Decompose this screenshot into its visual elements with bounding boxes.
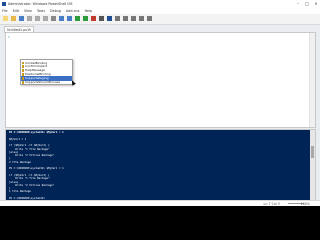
- new-icon[interactable]: [3, 16, 8, 21]
- letterbox-bar: [0, 206, 320, 240]
- powershell-icon[interactable]: [107, 16, 112, 21]
- cut-icon[interactable]: [27, 16, 32, 21]
- close-button[interactable]: ×: [312, 1, 320, 7]
- autocomplete-item-label: SupportsShouldProcess: [25, 80, 61, 84]
- show-script-icon[interactable]: [139, 16, 144, 21]
- run-icon[interactable]: [75, 16, 80, 21]
- console-scrollbar-thumb[interactable]: [311, 146, 314, 158]
- line-number-gutter: 1: [6, 33, 14, 127]
- console-scrollbar[interactable]: [310, 130, 315, 203]
- intellisense-popup: CmdletBinding ConfirmImpact HelpMessage Pos…: [20, 59, 73, 85]
- toolbar: [0, 14, 320, 25]
- console-line: PS C:\WINDOWS\system32> $MyVar1 = 1: [9, 167, 64, 171]
- console-line: PS C:\WINDOWS\system32> $MyVar1 = 1: [9, 131, 64, 134]
- editor-scrollbar[interactable]: [309, 33, 315, 127]
- show-command-icon[interactable]: [147, 16, 152, 21]
- save-icon[interactable]: [19, 16, 24, 21]
- console-line: $MyVar1 = 1: [9, 137, 27, 141]
- minimize-button[interactable]: –: [294, 1, 302, 7]
- powershell-app-icon: [2, 2, 6, 6]
- stop-icon[interactable]: [91, 16, 96, 21]
- redo-icon[interactable]: [67, 16, 72, 21]
- remote-icon[interactable]: [99, 16, 104, 21]
- paste-icon[interactable]: [43, 16, 48, 21]
- script-editor[interactable]: 1 CmdletBinding ConfirmImpact HelpMessage P…: [5, 32, 316, 128]
- undo-icon[interactable]: [59, 16, 64, 21]
- property-icon: [22, 81, 24, 84]
- window-title: Administrator: Windows PowerShell ISE: [8, 2, 73, 6]
- layout-icon[interactable]: [115, 16, 120, 21]
- line-number: 1: [8, 35, 10, 39]
- title-bar: Administrator: Windows PowerShell ISE – …: [0, 0, 320, 8]
- open-icon[interactable]: [11, 16, 16, 21]
- console-line: Write "2 Vitiles Nachage": [9, 154, 55, 158]
- console-line: 2 Tite Nachage: [9, 160, 31, 164]
- run-selection-icon[interactable]: [83, 16, 88, 21]
- copy-icon[interactable]: [35, 16, 40, 21]
- pane-icon[interactable]: [123, 16, 128, 21]
- console-pane[interactable]: PS C:\WINDOWS\system32> $MyVar1 = 1 $MyVa…: [5, 129, 316, 204]
- pane2-icon[interactable]: [131, 16, 136, 21]
- clear-icon[interactable]: [51, 16, 56, 21]
- console-line: 1 Tite Nachage: [9, 190, 31, 194]
- console-line: Write "2 Vitiles Nachage": [9, 183, 55, 187]
- tab-bar: Untitled1.ps1* ×: [0, 25, 320, 33]
- autocomplete-item[interactable]: SupportsShouldProcess: [21, 80, 72, 85]
- maximize-button[interactable]: □: [303, 1, 311, 7]
